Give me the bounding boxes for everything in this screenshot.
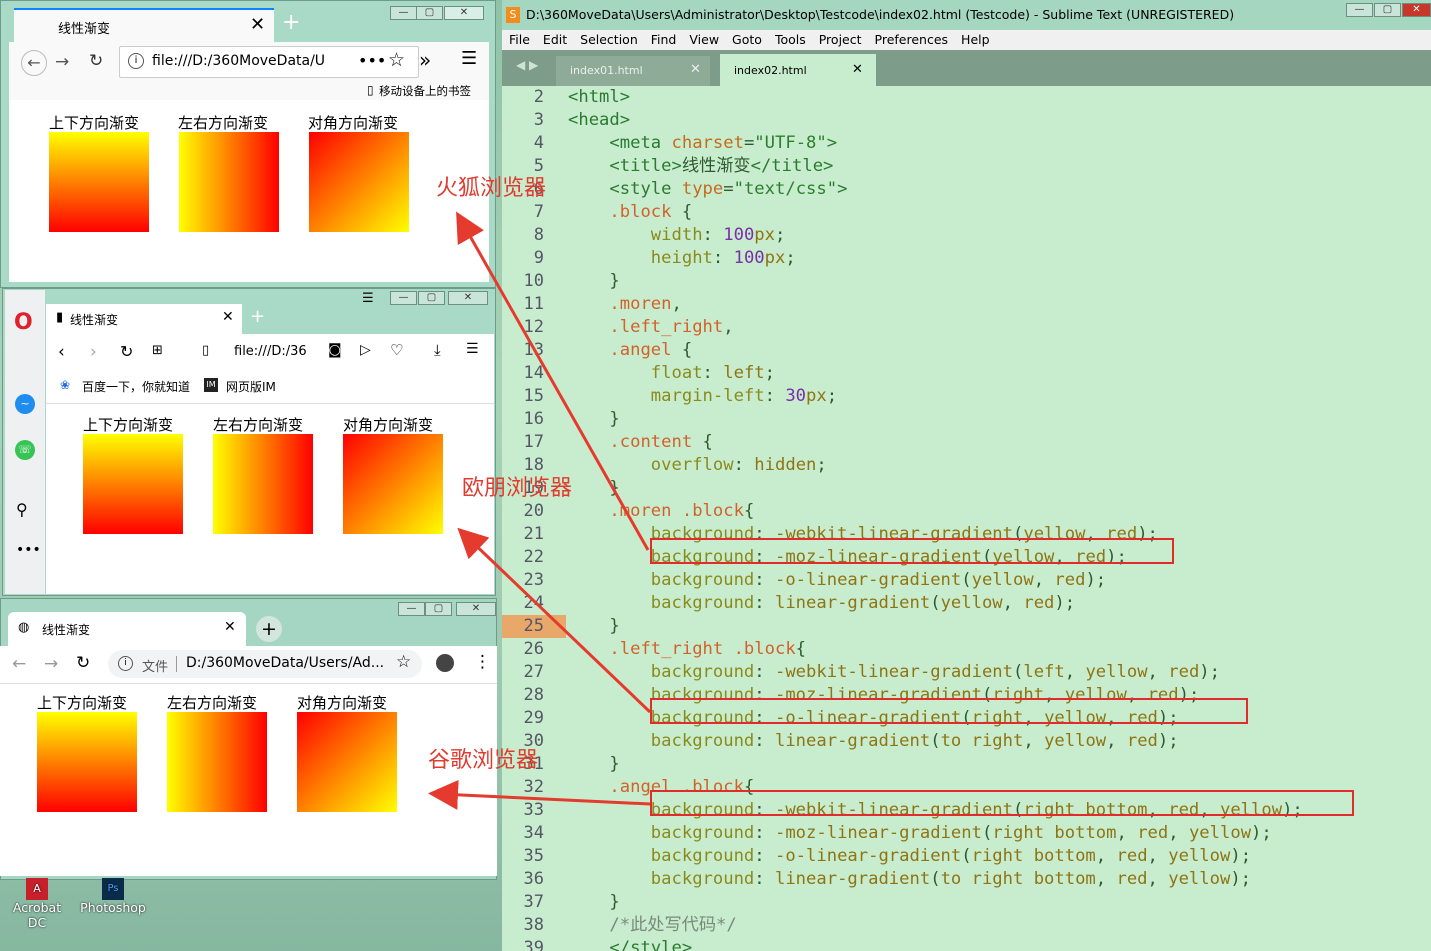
annotation-opera: 欧朋浏览器 (462, 476, 573, 501)
annotation-firefox: 火狐浏览器 (436, 176, 547, 201)
arrow-opera (457, 527, 652, 714)
arrow-chrome (428, 779, 651, 810)
annotation-arrows (428, 211, 652, 810)
annotation-chrome: 谷歌浏览器 (428, 748, 539, 773)
